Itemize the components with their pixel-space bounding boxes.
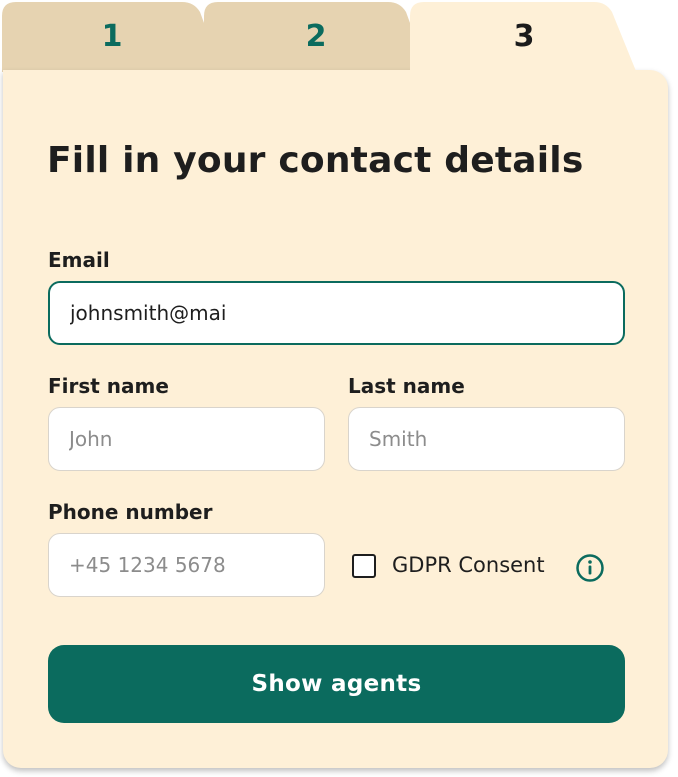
- first-name-label: First name: [48, 374, 169, 398]
- last-name-label: Last name: [348, 374, 465, 398]
- email-field[interactable]: [48, 281, 625, 345]
- show-agents-button[interactable]: Show agents: [48, 645, 625, 723]
- info-icon[interactable]: [575, 553, 605, 583]
- gdpr-label: GDPR Consent: [392, 553, 545, 577]
- tab-label: 2: [305, 18, 327, 54]
- email-label: Email: [48, 248, 110, 272]
- phone-field[interactable]: [48, 533, 325, 597]
- tab-label: 1: [101, 18, 123, 54]
- first-name-field[interactable]: [48, 407, 325, 471]
- tab-step-1[interactable]: 1: [2, 2, 222, 74]
- tab-label: 3: [513, 18, 535, 54]
- last-name-field[interactable]: [348, 407, 625, 471]
- phone-label: Phone number: [48, 500, 213, 524]
- contact-form-card: 1 2 3 Fill in your contact details Email…: [0, 0, 678, 777]
- tab-step-3[interactable]: 3: [410, 2, 638, 76]
- gdpr-checkbox[interactable]: [352, 554, 376, 578]
- form-title: Fill in your contact details: [47, 140, 584, 181]
- tab-step-2[interactable]: 2: [204, 2, 428, 74]
